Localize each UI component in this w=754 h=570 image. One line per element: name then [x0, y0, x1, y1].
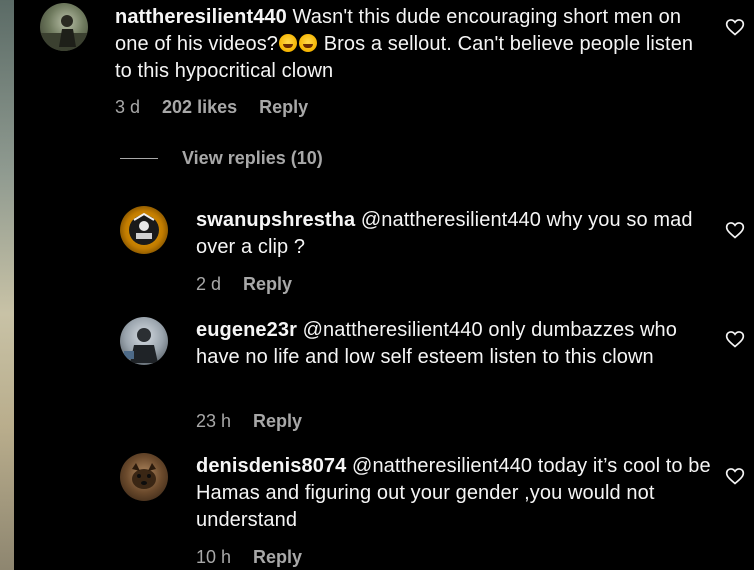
view-replies-label: View replies (10): [182, 148, 323, 168]
divider-line: [120, 158, 158, 159]
view-replies-button[interactable]: View replies (10): [120, 148, 323, 169]
avatar-character-icon: [129, 212, 159, 245]
reply-username[interactable]: eugene23r: [196, 319, 297, 341]
avatar[interactable]: [120, 317, 168, 365]
avatar-dog-icon: [132, 463, 156, 489]
avatar[interactable]: [40, 3, 88, 51]
avatar-person-icon: [40, 15, 88, 51]
reply-mention-link[interactable]: @nattheresilient440: [303, 319, 483, 341]
comment-text: nattheresilient440 Wasn't this dude enco…: [115, 4, 715, 85]
reply-item: swanupshrestha @nattheresilient440 why y…: [0, 200, 754, 305]
avatar[interactable]: [120, 206, 168, 254]
reply-time: 2 d: [196, 274, 222, 294]
reply-text: eugene23r @nattheresilient440 only dumba…: [196, 317, 716, 371]
reply-button[interactable]: Reply: [253, 547, 302, 568]
reply-mention-link[interactable]: @nattheresilient440: [352, 455, 532, 477]
comment-username[interactable]: nattheresilient440: [115, 6, 287, 28]
reply-time: 23 h: [196, 411, 232, 431]
reply-meta: 2 d Reply: [196, 274, 292, 295]
reply-item: denisdenis8074 @nattheresilient440 today…: [0, 446, 754, 570]
reply-text: denisdenis8074 @nattheresilient440 today…: [196, 453, 716, 534]
reply-button[interactable]: Reply: [259, 97, 308, 118]
reply-text: swanupshrestha @nattheresilient440 why y…: [196, 207, 716, 261]
heart-outline-icon[interactable]: [725, 17, 745, 37]
heart-outline-icon[interactable]: [725, 220, 745, 240]
heart-outline-icon[interactable]: [725, 329, 745, 349]
face-with-tears-of-joy-icon: [279, 34, 298, 52]
comment-time: 3 d: [115, 97, 141, 117]
avatar[interactable]: [120, 453, 168, 501]
reply-item: eugene23r @nattheresilient440 only dumba…: [0, 310, 754, 440]
reply-meta: 10 h Reply: [196, 547, 302, 568]
heart-outline-icon[interactable]: [725, 466, 745, 486]
avatar-person-icon: [124, 328, 158, 363]
comment-likes[interactable]: 202 likes: [162, 97, 237, 118]
reply-button[interactable]: Reply: [253, 411, 302, 432]
reply-username[interactable]: denisdenis8074: [196, 455, 346, 477]
reply-meta: 23 h Reply: [196, 411, 302, 432]
reply-time: 10 h: [196, 547, 232, 567]
face-with-tears-of-joy-icon: [299, 34, 318, 52]
reply-username[interactable]: swanupshrestha: [196, 209, 355, 231]
comment-meta: 3 d 202 likes Reply: [115, 97, 308, 118]
reply-mention-link[interactable]: @nattheresilient440: [361, 209, 541, 231]
reply-button[interactable]: Reply: [243, 274, 292, 295]
comment-item: nattheresilient440 Wasn't this dude enco…: [0, 0, 754, 130]
